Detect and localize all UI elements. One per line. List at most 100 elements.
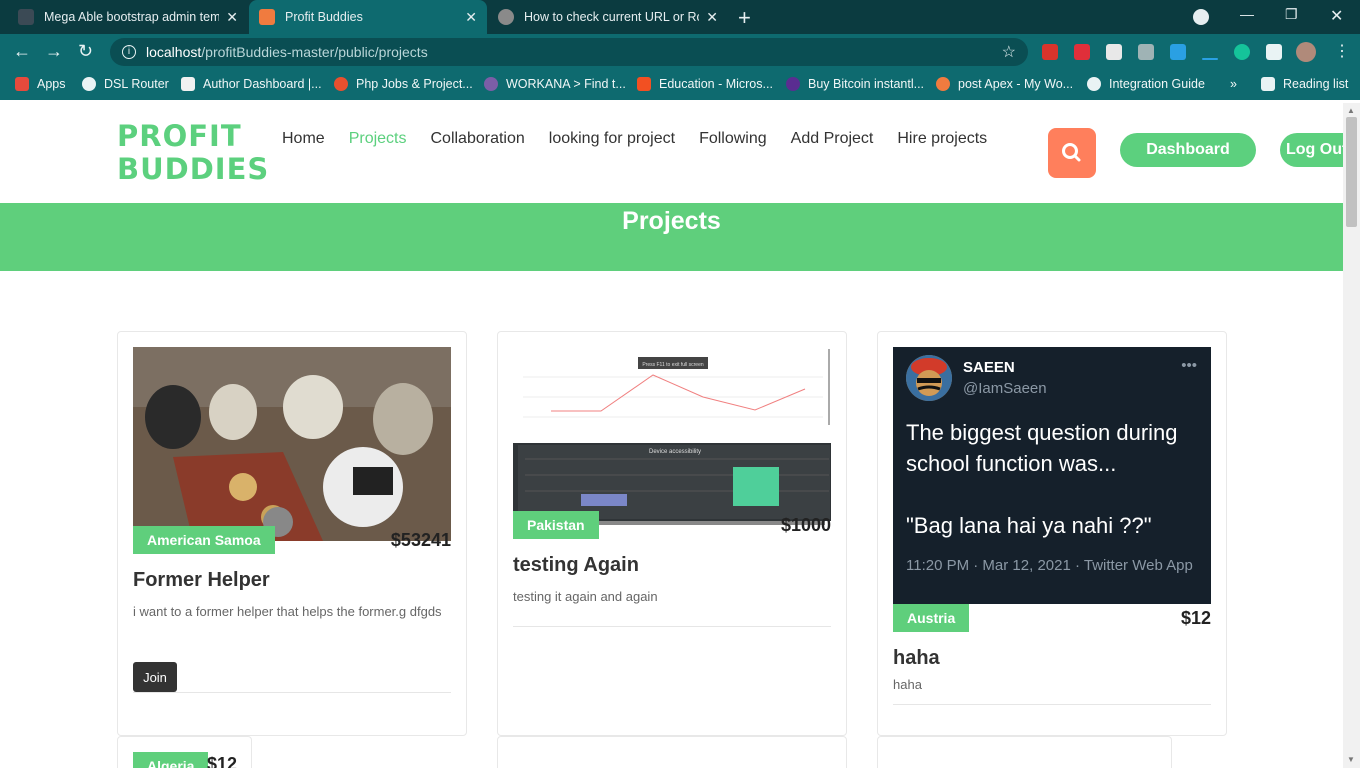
bookmark-item[interactable]: Author Dashboard |... [181, 77, 322, 91]
grammarly-extension-icon[interactable] [1234, 44, 1250, 60]
project-description: haha [893, 677, 922, 692]
bookmark-star-icon[interactable]: ☆ [1002, 42, 1016, 62]
bookmark-item[interactable]: WORKANA > Find t... [484, 77, 626, 91]
bookmark-item[interactable]: Php Jobs & Project... [334, 77, 473, 91]
scrollbar-thumb[interactable] [1346, 117, 1357, 227]
project-price: $53241 [390, 530, 451, 550]
bookmark-item[interactable]: Integration Guide [1087, 77, 1205, 91]
bookmark-favicon-icon [334, 77, 348, 91]
bookmark-label: post Apex - My Wo... [958, 77, 1074, 91]
tab-favicon-icon [498, 9, 514, 25]
browser-tab-active[interactable]: Profit Buddies ✕ [249, 0, 487, 34]
close-tab-icon[interactable]: ✕ [226, 9, 238, 26]
join-button[interactable]: Join [133, 662, 177, 692]
card-divider [133, 692, 451, 693]
project-price: $12 [206, 754, 237, 768]
bookmark-item[interactable]: Education - Micros... [637, 77, 773, 91]
logo-line: PROFIT [117, 119, 242, 153]
bookmark-item[interactable]: post Apex - My Wo... [936, 77, 1073, 91]
search-button[interactable] [1048, 128, 1096, 178]
search-icon [1062, 143, 1081, 162]
tab-search-icon[interactable] [1193, 9, 1209, 25]
country-badge: Algeria [133, 752, 209, 768]
adblock-extension-icon[interactable] [1042, 44, 1058, 60]
site-info-icon[interactable]: i [122, 45, 136, 59]
browser-tab[interactable]: Mega Able bootstrap admin tem ✕ [8, 0, 248, 34]
bookmark-item[interactable]: DSL Router [82, 77, 169, 91]
browser-toolbar: ← → ↻ i localhost/profitBuddies-master/p… [0, 34, 1360, 70]
close-tab-icon[interactable]: ✕ [465, 9, 477, 26]
project-card: Algeria $12 [117, 736, 252, 768]
restore-icon[interactable]: ❐ [1285, 6, 1298, 23]
reading-list[interactable]: Reading list [1261, 77, 1348, 91]
nav-add-project[interactable]: Add Project [791, 130, 874, 148]
embedded-chart-title: Device accessibility [649, 449, 701, 455]
nav-projects[interactable]: Projects [349, 130, 407, 148]
bookmark-apps[interactable]: Apps [15, 77, 66, 91]
tab-favicon-icon [18, 9, 34, 25]
extension-icon[interactable] [1202, 58, 1218, 60]
page-scrollbar[interactable]: ▲ ▼ [1343, 103, 1360, 768]
qr-extension-icon[interactable] [1106, 44, 1122, 60]
bookmark-label: Buy Bitcoin instantl... [808, 77, 925, 91]
nav-home[interactable]: Home [282, 130, 325, 148]
nav-hire-projects[interactable]: Hire projects [897, 130, 987, 148]
project-card [497, 736, 847, 768]
bookmark-label: WORKANA > Find t... [506, 77, 626, 91]
card-divider [513, 626, 831, 627]
url-host: localhost [146, 44, 202, 60]
minimize-icon[interactable]: — [1240, 6, 1254, 22]
scroll-up-icon[interactable]: ▲ [1347, 106, 1355, 115]
project-title[interactable]: testing Again [513, 554, 639, 577]
microsoft-icon [637, 77, 651, 91]
nav-following[interactable]: Following [699, 130, 767, 148]
project-card: Press F11 to exit full screen Device acc… [497, 331, 847, 736]
site-logo[interactable]: PROFIT BUDDIES [117, 120, 269, 186]
browser-menu-icon[interactable]: ⋮ [1334, 41, 1350, 61]
new-tab-icon[interactable]: + [738, 5, 751, 31]
extension-icon[interactable] [1138, 44, 1154, 60]
video-extension-icon[interactable] [1074, 44, 1090, 60]
scroll-down-icon[interactable]: ▼ [1347, 755, 1355, 764]
bookmark-item[interactable]: Buy Bitcoin instantl... [786, 77, 924, 91]
tab-title: Mega Able bootstrap admin tem [44, 10, 219, 24]
country-badge: American Samoa [133, 526, 275, 554]
project-card: American Samoa $53241 Former Helper i wa… [117, 331, 467, 736]
tweet-text: The biggest question during school funct… [906, 417, 1206, 541]
extension-icon[interactable] [1170, 44, 1186, 60]
apps-grid-icon [15, 77, 29, 91]
bookmark-label: Integration Guide [1109, 77, 1205, 91]
forward-icon[interactable]: → [45, 41, 63, 62]
project-description: i want to a former helper that helps the… [133, 604, 442, 619]
country-badge: Austria [893, 604, 970, 632]
project-title[interactable]: haha [893, 647, 940, 670]
extensions-puzzle-icon[interactable] [1266, 44, 1282, 60]
dashboard-button[interactable]: Dashboard [1120, 133, 1256, 167]
reload-icon[interactable]: ↻ [78, 41, 93, 62]
logout-button[interactable]: Log Out [1280, 133, 1343, 167]
project-title[interactable]: Former Helper [133, 569, 270, 592]
globe-icon [82, 77, 96, 91]
profile-avatar[interactable] [1296, 42, 1316, 62]
card-divider [893, 704, 1211, 705]
close-tab-icon[interactable]: ✕ [706, 9, 718, 26]
url-path: /profitBuddies-master/public/projects [201, 44, 428, 60]
project-image: Press F11 to exit full screen Device acc… [513, 347, 831, 526]
tab-title: How to check current URL or Rou [524, 10, 699, 24]
page-viewport: PROFIT BUDDIES Home Projects Collaborati… [0, 103, 1343, 768]
nav-looking-for-project[interactable]: looking for project [549, 130, 675, 148]
back-icon[interactable]: ← [13, 41, 31, 62]
browser-tab[interactable]: How to check current URL or Rou ✕ [488, 0, 728, 34]
bookmark-label: Education - Micros... [659, 77, 773, 91]
page-title: Projects [622, 207, 721, 235]
nav-collaboration[interactable]: Collaboration [430, 130, 524, 148]
more-bookmarks-icon[interactable]: » [1230, 77, 1237, 91]
tweet-text-line: The biggest question during school funct… [906, 420, 1178, 476]
reading-list-label: Reading list [1283, 77, 1349, 91]
project-card: SAEEN @IamSaeen ••• The biggest question… [877, 331, 1227, 736]
close-window-icon[interactable]: ✕ [1330, 6, 1343, 26]
tweet-meta: 11:20 PM · Mar 12, 2021 · Twitter Web Ap… [906, 557, 1193, 574]
tweet-avatar [906, 355, 952, 401]
project-description: testing it again and again [513, 589, 658, 604]
address-bar[interactable]: i localhost/profitBuddies-master/public/… [110, 38, 1028, 66]
